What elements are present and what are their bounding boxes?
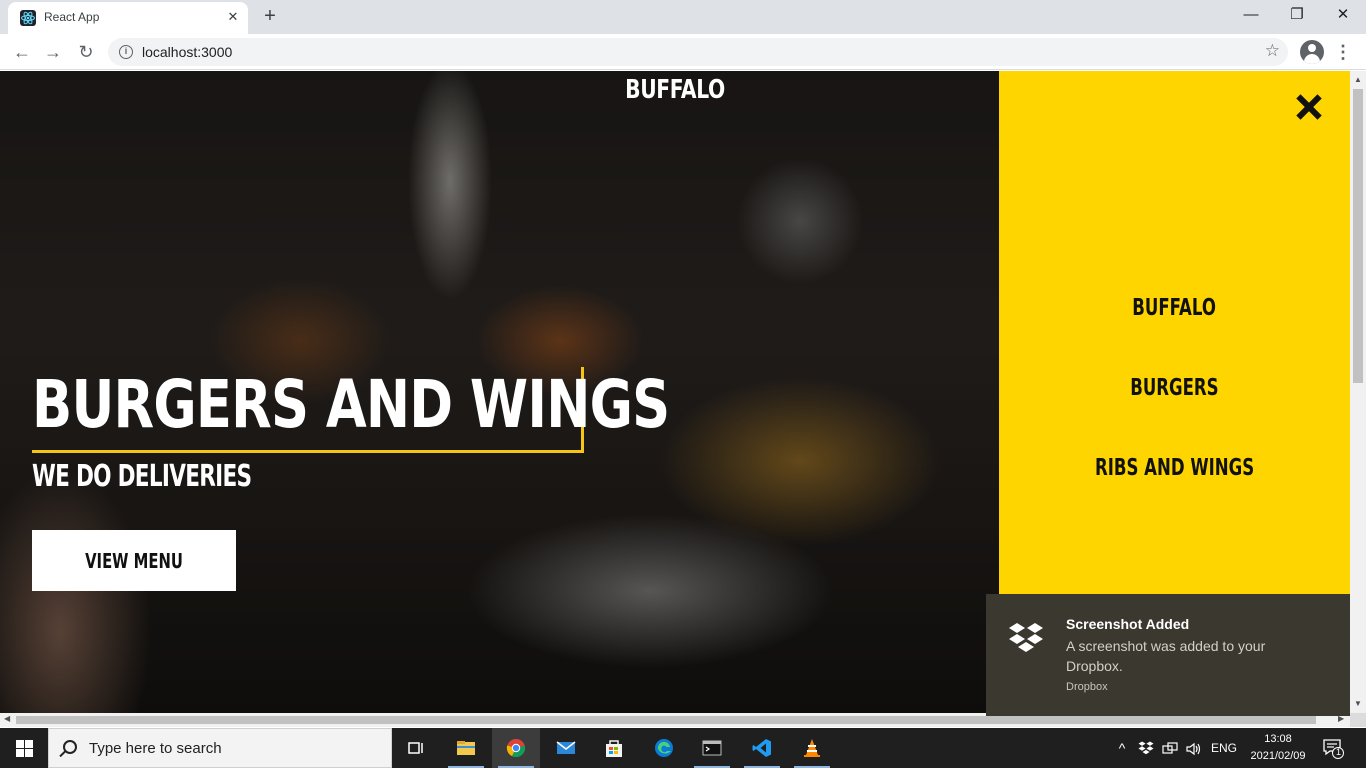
menu-item-label: BUFFALO <box>1132 295 1217 321</box>
toast-message: A screenshot was added to your Dropbox. <box>1066 638 1266 674</box>
menu-item-label: BURGERS <box>1130 375 1219 401</box>
browser-tab[interactable]: React App ✕ <box>8 2 248 34</box>
dropbox-tray-icon[interactable] <box>1136 728 1156 768</box>
volume-icon[interactable] <box>1184 728 1204 768</box>
dropbox-icon <box>1008 622 1044 656</box>
hero-subheadline: WE DO DELIVERIES <box>32 459 252 494</box>
bookmark-star-icon[interactable]: ☆ <box>1265 41 1280 61</box>
scrollbar-corner <box>1350 713 1366 727</box>
view-menu-label: VIEW MENU <box>85 548 183 573</box>
search-icon <box>63 740 77 754</box>
action-center-icon[interactable]: 1 <box>1322 737 1344 759</box>
back-button[interactable]: ← <box>9 39 35 65</box>
taskbar-search-input[interactable]: Type here to search <box>48 728 392 768</box>
headline-frame: BURGERS AND WINGS <box>32 367 670 453</box>
scroll-up-arrow-icon[interactable]: ▲ <box>1354 75 1362 84</box>
toast-title: Screenshot Added <box>1066 616 1190 632</box>
terminal-icon[interactable] <box>688 728 736 768</box>
clock-time: 13:08 <box>1264 733 1292 745</box>
dropbox-notification[interactable]: Screenshot Added A screenshot was added … <box>986 594 1350 716</box>
vertical-scroll-thumb[interactable] <box>1353 89 1363 383</box>
close-window-button[interactable]: ✕ <box>1320 0 1366 30</box>
tab-title: React App <box>44 10 100 24</box>
react-favicon-icon <box>20 10 36 26</box>
menu-item-buffalo[interactable]: BUFFALO <box>999 295 1350 321</box>
store-icon[interactable] <box>590 728 638 768</box>
minimize-button[interactable]: — <box>1228 0 1274 30</box>
notification-count: 1 <box>1335 747 1341 757</box>
menu-item-burgers[interactable]: BURGERS <box>999 375 1350 401</box>
windows-taskbar: Type here to search ^ ENG 13:08 2021/02/… <box>0 728 1366 768</box>
vertical-scrollbar[interactable]: ▲ ▼ <box>1350 71 1366 713</box>
scroll-left-arrow-icon[interactable]: ◀ <box>4 714 10 723</box>
forward-button[interactable]: → <box>40 39 66 65</box>
tab-strip: React App ✕ + — ❐ ✕ <box>0 0 1366 34</box>
browser-menu-icon[interactable]: ⋮ <box>1334 39 1352 65</box>
close-menu-icon[interactable] <box>1293 91 1325 123</box>
hero-headline: BURGERS AND WINGS <box>32 366 670 443</box>
edge-icon[interactable] <box>640 728 688 768</box>
profile-avatar-icon[interactable] <box>1300 40 1324 64</box>
vscode-icon[interactable] <box>738 728 786 768</box>
clock-date: 2021/02/09 <box>1250 750 1306 762</box>
tab-close-icon[interactable]: ✕ <box>224 8 242 26</box>
reload-button[interactable]: ↻ <box>73 39 99 65</box>
toast-source-app: Dropbox <box>1066 681 1108 693</box>
chrome-icon[interactable] <box>492 728 540 768</box>
restore-button[interactable]: ❐ <box>1274 0 1320 30</box>
horizontal-scroll-thumb[interactable] <box>16 716 1316 724</box>
view-menu-button[interactable]: VIEW MENU <box>32 530 236 591</box>
task-view-icon[interactable] <box>392 728 440 768</box>
search-placeholder: Type here to search <box>89 740 222 757</box>
url-text[interactable]: localhost:3000 <box>142 44 232 60</box>
site-info-icon[interactable]: i <box>119 45 133 59</box>
tray-chevron-icon[interactable]: ^ <box>1112 728 1132 768</box>
network-icon[interactable] <box>1160 728 1180 768</box>
menu-item-label: RIBS AND WINGS <box>1094 455 1255 481</box>
new-tab-button[interactable]: + <box>258 5 282 29</box>
menu-item-ribs-and-wings[interactable]: RIBS AND WINGS <box>999 455 1350 481</box>
file-explorer-icon[interactable] <box>442 728 490 768</box>
vlc-icon[interactable] <box>788 728 836 768</box>
windows-start-icon[interactable] <box>0 728 48 768</box>
address-bar[interactable]: i localhost:3000 ☆ <box>108 38 1288 66</box>
scroll-down-arrow-icon[interactable]: ▼ <box>1354 699 1362 708</box>
mail-icon[interactable] <box>542 728 590 768</box>
browser-toolbar: ← → ↻ i localhost:3000 ☆ ⋮ <box>0 34 1366 70</box>
taskbar-clock[interactable]: 13:08 2021/02/09 <box>1236 731 1320 765</box>
